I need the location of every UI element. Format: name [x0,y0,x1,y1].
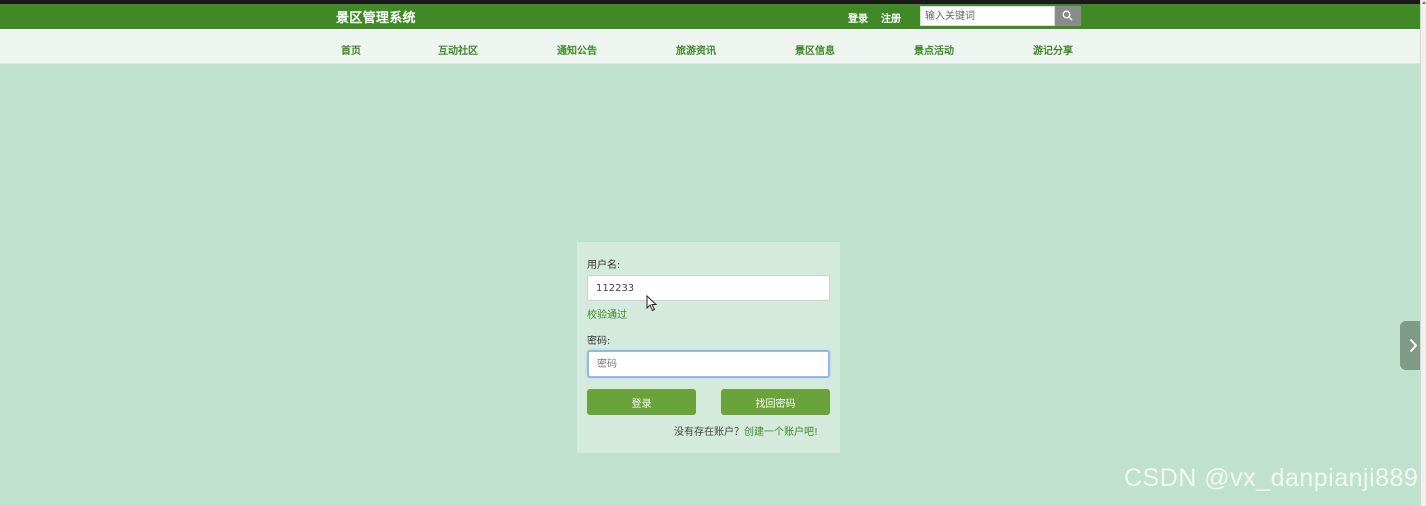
password-label: 密码: [587,336,611,347]
register-prompt: 没有存在账户？创建一个账户吧! [674,423,818,438]
brand-title: 景区管理系统 [336,11,416,26]
login-card: 用户名: 校验通过 密码: 登录 找回密码 没有存在账户？创建一个账户吧! [577,242,840,453]
watermark: CSDN @vx_danpianji889 [1124,464,1419,492]
page-scrollbar[interactable] [1420,0,1426,506]
create-account-link[interactable]: 创建一个账户吧! [744,427,818,438]
validation-message: 校验通过 [587,310,627,321]
username-label: 用户名: [587,260,621,271]
search-input[interactable] [920,6,1055,26]
nav-item-activities[interactable]: 景点活动 [914,42,954,57]
search-icon [1062,10,1073,21]
chevron-right-icon [1409,338,1418,353]
nav-item-travel-news[interactable]: 旅游资讯 [676,42,716,57]
register-link[interactable]: 注册 [881,10,901,25]
page: 景区管理系统 登录 注册 首页 互动社区 通知公告 旅游资讯 景区信息 景点活动… [0,0,1426,506]
main-nav: 首页 互动社区 通知公告 旅游资讯 景区信息 景点活动 游记分享 [0,29,1420,64]
login-button[interactable]: 登录 [587,389,696,415]
login-link[interactable]: 登录 [848,10,868,25]
recover-password-button[interactable]: 找回密码 [721,389,830,415]
password-field[interactable] [587,350,830,378]
nav-item-home[interactable]: 首页 [341,42,361,57]
header: 景区管理系统 登录 注册 [0,4,1420,29]
mouse-pointer-icon [646,295,658,312]
search-button[interactable] [1055,6,1081,26]
nav-item-scenic-info[interactable]: 景区信息 [795,42,835,57]
nav-item-notices[interactable]: 通知公告 [557,42,597,57]
nav-item-travel-notes[interactable]: 游记分享 [1033,42,1073,57]
nav-item-community[interactable]: 互动社区 [438,42,478,57]
no-account-text: 没有存在账户？ [673,427,744,438]
username-field[interactable] [587,275,830,301]
scroll-up-icon[interactable] [1422,1,1426,4]
